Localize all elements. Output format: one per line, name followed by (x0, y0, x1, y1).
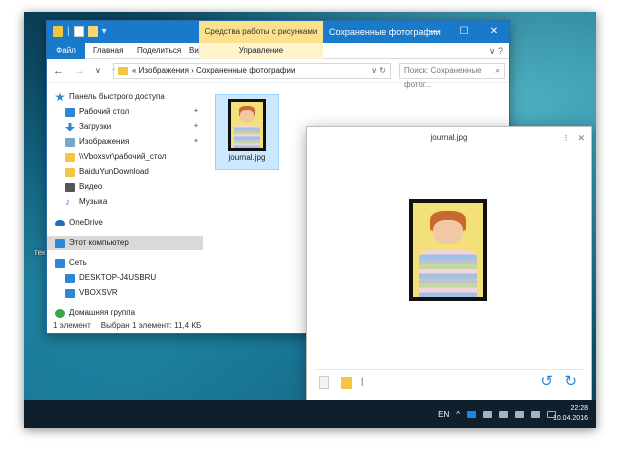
sidebar-item-music[interactable]: ♪ Музыка (47, 195, 203, 209)
rotate-right-icon[interactable]: ↻ (564, 372, 577, 390)
folder-icon (53, 26, 63, 37)
refresh-icon[interactable]: ∨ ↻ (371, 64, 386, 78)
folder-icon[interactable] (341, 377, 352, 389)
pictures-icon (65, 137, 75, 147)
tab-home[interactable]: Главная (87, 43, 129, 59)
customize-chevron-icon[interactable]: ▾ (102, 26, 107, 37)
properties-icon[interactable] (73, 26, 84, 37)
folder-icon (65, 152, 75, 162)
star-icon (55, 92, 65, 102)
nav-buttons: ← → ∨ ↑ (53, 59, 116, 83)
sidebar-item-vboxsvr[interactable]: VBOXSVR (47, 286, 203, 300)
desktop: текс | ▾ Средства работы с рисунками Сох… (24, 12, 596, 428)
sidebar-item-quick-access[interactable]: Панель быстрого доступа (47, 90, 203, 104)
quick-access-toolbar: | ▾ (53, 26, 107, 37)
drawing-image (231, 102, 263, 148)
app-tray-icon[interactable] (467, 410, 476, 418)
download-icon (65, 122, 75, 132)
display-tray-icon[interactable] (515, 410, 524, 418)
tab-share[interactable]: Поделиться (131, 43, 187, 59)
computer-icon (65, 288, 75, 298)
breadcrumb[interactable]: « Изображения › Сохраненные фотографии (132, 66, 295, 75)
file-item-journal[interactable]: journal.jpg (215, 94, 279, 170)
network-tray-icon[interactable] (483, 410, 492, 418)
help-icon[interactable]: ∨ ? (489, 43, 503, 59)
sidebar-item-desktop[interactable]: Рабочий стол ✦ (47, 105, 203, 119)
more-options-icon[interactable]: ⁝ (565, 127, 568, 149)
address-field[interactable]: « Изображения › Сохраненные фотографии ∨… (113, 63, 391, 79)
video-icon (65, 182, 75, 192)
viewer-title-bar[interactable]: journal.jpg ⁝ ✕ (307, 127, 591, 149)
sidebar-item-desktop-j4usbru[interactable]: DESKTOP-J4USBRU (47, 271, 203, 285)
rotate-left-icon[interactable]: ↺ (540, 372, 553, 390)
system-tray: EN ^ (438, 400, 556, 428)
clock[interactable]: 22:28 10.04.2016 (553, 404, 588, 424)
network-icon (55, 258, 65, 268)
ribbon-tabs: Файл Главная Поделиться Вид Управление ∨… (47, 43, 509, 59)
address-bar-row: ← → ∨ ↑ « Изображения › Сохраненные фото… (47, 59, 509, 89)
volume-icon[interactable] (531, 410, 540, 418)
tab-file[interactable]: Файл (47, 43, 85, 59)
search-input[interactable]: Поиск: Сохраненные фотог... ⌕ (399, 63, 505, 89)
minimize-button[interactable]: — (419, 21, 449, 43)
folder-icon (118, 67, 128, 75)
context-tab-picture-tools: Средства работы с рисунками (199, 21, 323, 43)
sidebar-item-baiduyun[interactable]: BaiduYunDownload (47, 165, 203, 179)
back-icon[interactable]: ← (53, 59, 64, 83)
sidebar-item-pictures[interactable]: Изображения ✦ (47, 135, 203, 149)
viewer-toolbar: | ↺ ↻ (315, 369, 583, 393)
document-icon[interactable] (319, 376, 329, 389)
tab-manage[interactable]: Управление (199, 43, 323, 59)
language-indicator[interactable]: EN (438, 410, 449, 419)
title-bar[interactable]: | ▾ Средства работы с рисунками Сохранен… (47, 21, 509, 43)
sidebar-item-onedrive[interactable]: OneDrive (47, 216, 203, 230)
viewer-image (409, 199, 487, 301)
onedrive-icon (55, 220, 65, 226)
recent-chevron-icon[interactable]: ∨ (95, 59, 101, 83)
close-icon[interactable]: ✕ (577, 127, 585, 149)
maximize-button[interactable]: ☐ (449, 21, 479, 43)
viewer-title: journal.jpg (430, 133, 468, 142)
show-hidden-icons-chevron[interactable]: ^ (456, 410, 460, 419)
item-count: 1 элемент (53, 321, 91, 330)
drawing-image (413, 203, 483, 297)
clock-time: 22:28 (570, 405, 588, 412)
sidebar-item-network[interactable]: Сеть (47, 256, 203, 270)
sidebar-item-videos[interactable]: Видео (47, 180, 203, 194)
forward-icon[interactable]: → (74, 59, 85, 83)
computer-icon (55, 238, 65, 248)
text-cursor: | (361, 376, 364, 386)
new-folder-icon[interactable] (87, 26, 98, 37)
sidebar-item-homegroup[interactable]: Домашняя группа (47, 306, 203, 320)
window-controls: — ☐ ✕ (419, 21, 509, 43)
pin-icon[interactable]: ✦ (193, 105, 199, 119)
selection-info: Выбран 1 элемент: 11,4 КБ (100, 321, 202, 330)
photo-viewer-window: journal.jpg ⁝ ✕ | ↺ ↻ (306, 126, 592, 402)
sidebar-item-this-pc[interactable]: Этот компьютер (47, 236, 203, 250)
pin-icon[interactable]: ✦ (193, 120, 199, 134)
sidebar-item-vboxsvr-desktop[interactable]: \\Vboxsvr\рабочий_стол (47, 150, 203, 164)
pin-icon[interactable]: ✦ (193, 135, 199, 149)
computer-icon (65, 273, 75, 283)
sidebar-item-downloads[interactable]: Загрузки ✦ (47, 120, 203, 134)
clock-date: 10.04.2016 (552, 415, 588, 422)
file-thumbnail (228, 99, 266, 151)
search-icon: ⌕ (495, 66, 500, 75)
navigation-pane: Панель быстрого доступа Рабочий стол ✦ З… (47, 84, 203, 320)
taskbar: EN ^ 22:28 10.04.2016 (24, 400, 596, 428)
close-button[interactable]: ✕ (479, 21, 509, 43)
music-icon: ♪ (65, 196, 70, 208)
folder-icon (65, 167, 75, 177)
homegroup-icon (55, 308, 65, 318)
device-tray-icon[interactable] (499, 410, 508, 418)
desktop-icon (65, 107, 75, 117)
file-name: journal.jpg (228, 153, 266, 162)
